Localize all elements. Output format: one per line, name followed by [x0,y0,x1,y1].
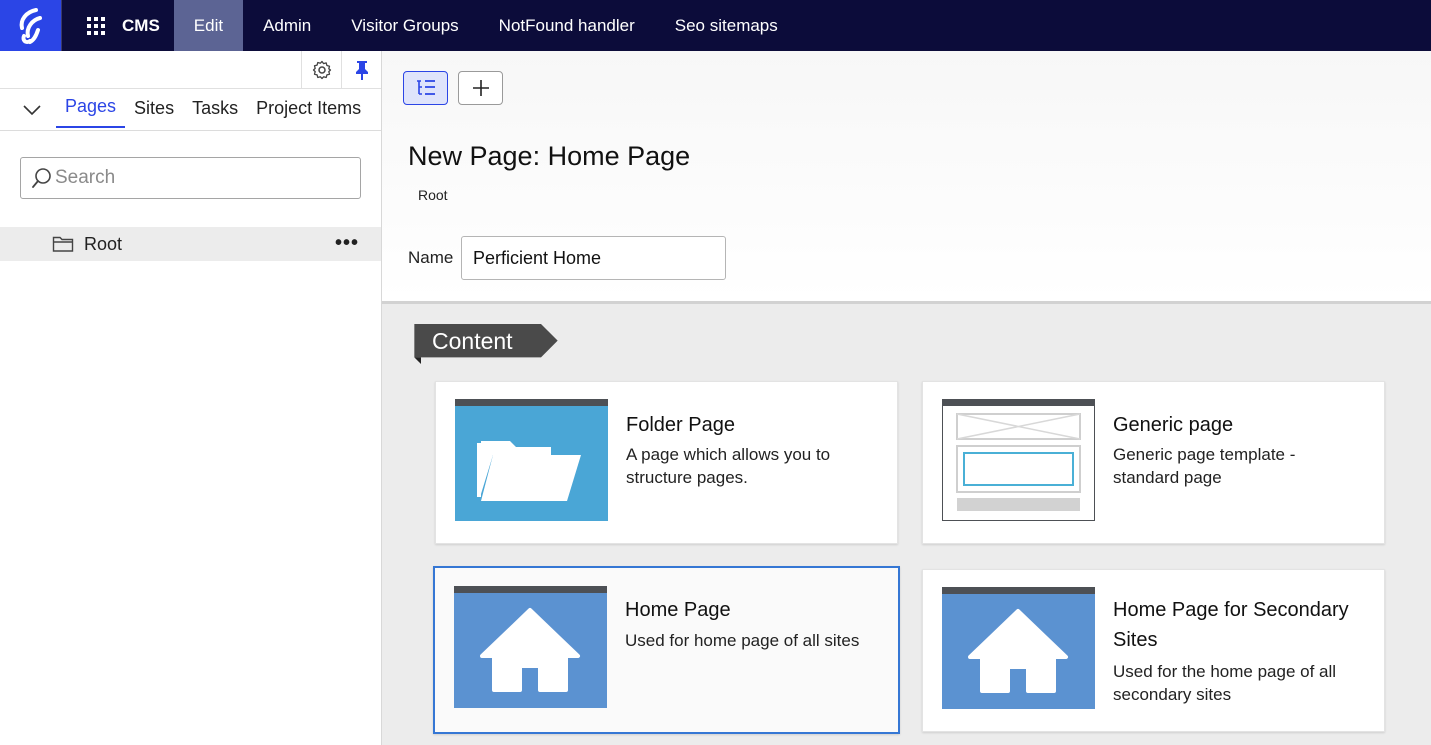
settings-button[interactable] [301,51,341,89]
card-title: Home Page [625,599,731,621]
breadcrumb[interactable]: Root [418,187,448,203]
optimizely-logo-icon [19,7,42,44]
pane-tabs: Pages Sites Tasks Project Items [0,89,381,131]
pin-pane-button[interactable] [341,51,381,89]
folder-icon [455,399,608,521]
add-button[interactable] [458,71,503,105]
tab-sites[interactable]: Sites [125,87,183,130]
name-label: Name [408,248,454,267]
card-title: Generic page [1113,414,1234,436]
tab-pages[interactable]: Pages [56,87,126,128]
content-type-card-home-page[interactable]: Home Page Used for home page of all site… [433,566,900,734]
name-field[interactable]: Perficient Home [461,236,726,280]
main-area: New Page: Home Page Root Name Perficient… [382,51,1431,745]
tab-project-items[interactable]: Project Items [247,87,370,130]
content-type-card-home-page-secondary[interactable]: Home Page for Secondary Sites Used for t… [922,569,1385,732]
nav-item-seo-sitemaps[interactable]: Seo sitemaps [655,0,798,51]
content-section-label: Content [432,328,513,354]
search-icon [32,168,51,188]
home-icon [942,587,1095,709]
card-description: Used for home page of all sites [625,631,860,650]
gear-icon [312,60,331,80]
nav-item-admin[interactable]: Admin [243,0,331,51]
home-icon [454,586,607,708]
page-title: New Page: Home Page [408,141,691,171]
app-label: CMS [122,15,160,35]
pin-icon [355,61,368,80]
more-options-icon[interactable]: ••• [335,232,359,255]
content-type-card-folder-page[interactable]: Folder Page A page which allows you to s… [435,381,898,544]
page-template-icon [942,399,1095,521]
card-title: Home Page for Secondary Sites [1113,599,1349,651]
card-description: A page which allows you to structure pag… [626,445,831,487]
apps-grid-icon [87,16,105,35]
nav-item-notfound-handler[interactable]: NotFound handler [479,0,655,51]
plus-icon [472,80,489,96]
navigation-pane: Pages Sites Tasks Project Items Search R… [0,51,382,745]
logo[interactable] [0,0,62,51]
nav-item-visitor-groups[interactable]: Visitor Groups [331,0,478,51]
card-description: Used for the home page of all secondary … [1113,662,1337,704]
folder-icon [52,235,74,253]
pane-toolbar [0,51,381,89]
chevron-down-icon [23,104,41,115]
tree-node-label: Root [84,233,123,254]
tree-list-icon [416,80,435,95]
card-title: Folder Page [626,414,735,436]
toggle-tree-button[interactable] [403,71,448,105]
app-switcher-button[interactable] [74,0,118,51]
search-placeholder: Search [55,167,116,188]
tree-node-root[interactable]: Root ••• [0,227,381,261]
top-navigation: CMS Edit Admin Visitor Groups NotFound h… [0,0,1431,51]
card-description: Generic page template - standard page [1113,445,1296,487]
nav-item-edit[interactable]: Edit [173,0,244,51]
tab-tasks[interactable]: Tasks [183,87,247,130]
page-header: New Page: Home Page Root Name Perficient… [382,51,1431,304]
search-input[interactable]: Search [20,157,361,199]
content-type-card-generic-page[interactable]: Generic page Generic page template - sta… [922,381,1385,544]
collapse-tabs-button[interactable] [22,89,56,130]
